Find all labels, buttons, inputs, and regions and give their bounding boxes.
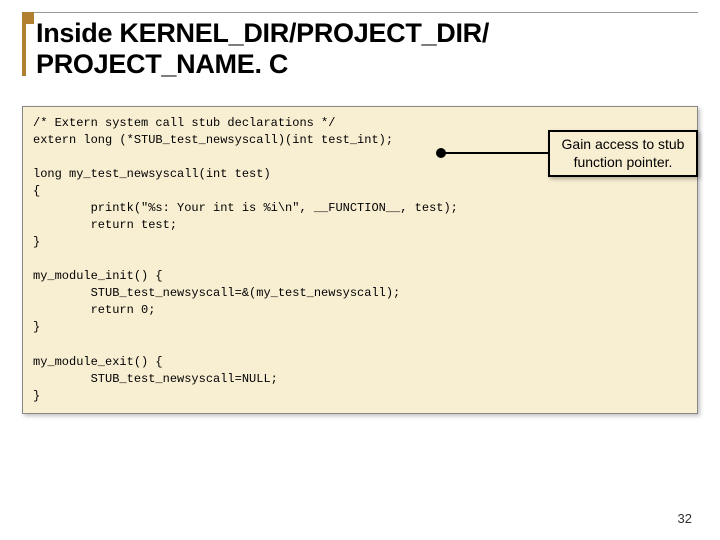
- code-line: my_module_init() {: [33, 269, 163, 283]
- header-rule: [34, 12, 698, 13]
- callout-box: Gain access to stub function pointer.: [548, 130, 698, 177]
- code-line: }: [33, 235, 40, 249]
- code-line: long my_test_newsyscall(int test): [33, 167, 271, 181]
- code-line: /* Extern system call stub declarations …: [33, 116, 335, 130]
- code-line: {: [33, 184, 40, 198]
- callout-connector: [438, 152, 548, 154]
- slide-title: Inside KERNEL_DIR/PROJECT_DIR/ PROJECT_N…: [36, 18, 720, 80]
- code-line: STUB_test_newsyscall=&(my_test_newsyscal…: [33, 286, 400, 300]
- accent-bar: [22, 12, 26, 76]
- code-line: }: [33, 389, 40, 403]
- page-number: 32: [678, 511, 692, 526]
- title-line-2: PROJECT_NAME. C: [36, 49, 288, 79]
- code-line: return 0;: [33, 303, 155, 317]
- code-line: }: [33, 320, 40, 334]
- code-line: my_module_exit() {: [33, 355, 163, 369]
- slide-header: Inside KERNEL_DIR/PROJECT_DIR/ PROJECT_N…: [0, 0, 720, 92]
- code-line: STUB_test_newsyscall=NULL;: [33, 372, 278, 386]
- callout-text: Gain access to stub function pointer.: [562, 136, 685, 170]
- code-line: return test;: [33, 218, 177, 232]
- title-line-1: Inside KERNEL_DIR/PROJECT_DIR/: [36, 18, 489, 48]
- code-line: printk("%s: Your int is %i\n", __FUNCTIO…: [33, 201, 458, 215]
- code-line: extern long (*STUB_test_newsyscall)(int …: [33, 133, 393, 147]
